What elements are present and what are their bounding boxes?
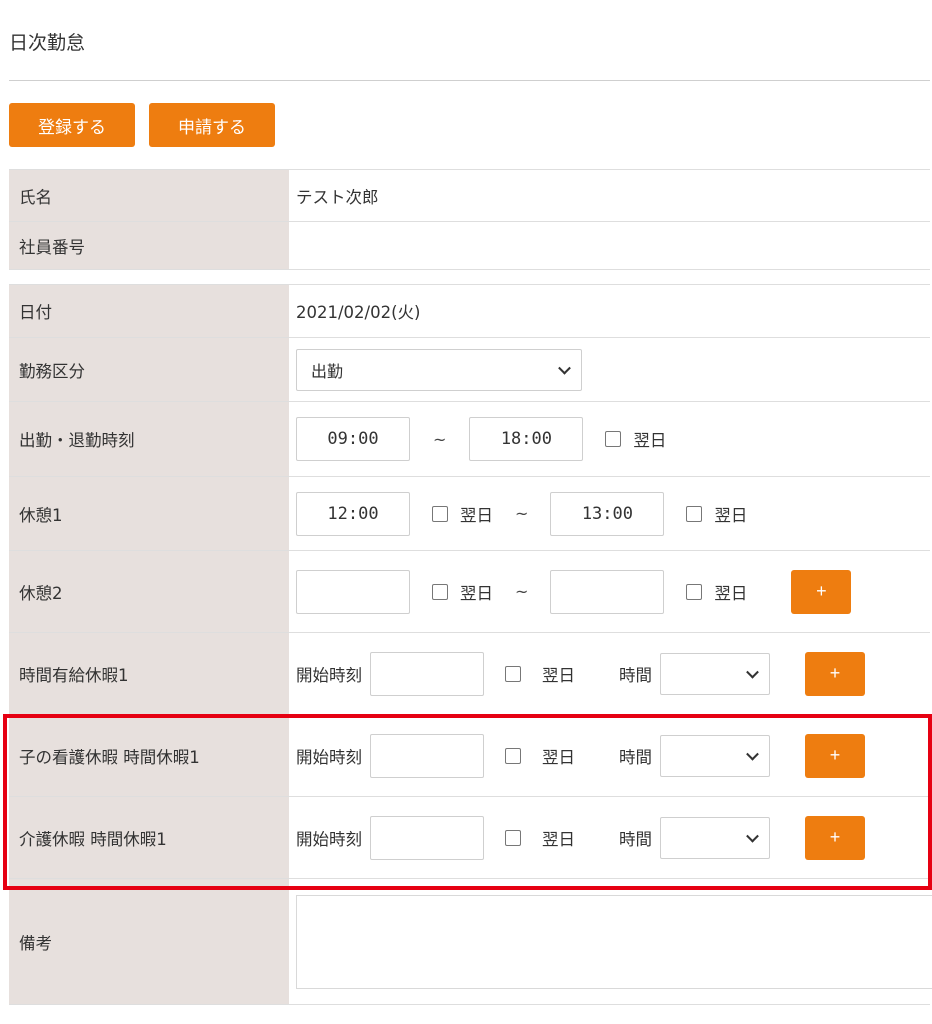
nursing-care-leave-row: 介護休暇 時間休暇1 開始時刻 翌日 時間 + [9, 796, 930, 879]
page-title: 日次勤怠 [9, 32, 86, 54]
break1-start-input[interactable] [296, 491, 410, 536]
start-time-label: 開始時刻 [296, 747, 362, 767]
add-child-care-button[interactable]: + [805, 733, 865, 778]
date-label: 日付 [9, 284, 289, 338]
add-nursing-care-button[interactable]: + [805, 815, 865, 860]
break1-end-next-day-checkbox[interactable] [686, 505, 703, 522]
break1-start-next-day-checkbox[interactable] [432, 505, 448, 522]
start-time-label: 開始時刻 [296, 665, 362, 685]
break2-end-input[interactable] [550, 569, 665, 614]
name-label: 氏名 [9, 169, 289, 222]
nursing-care-leave-label: 介護休暇 時間休暇1 [9, 796, 289, 879]
date-row: 日付 2021/02/02(火) [9, 284, 930, 338]
chevron-down-icon [746, 665, 759, 679]
break2-end-next-day-checkbox[interactable] [686, 583, 703, 600]
remarks-label: 備考 [9, 878, 289, 1005]
next-day-label: 翌日 [714, 583, 748, 603]
apply-button[interactable]: 申請する [149, 103, 275, 147]
remarks-row: 備考 [9, 878, 932, 1005]
child-care-leave-row: 子の看護休暇 時間休暇1 開始時刻 翌日 時間 + [9, 714, 930, 797]
employee-number-label: 社員番号 [9, 221, 289, 270]
next-day-label: 翌日 [714, 505, 748, 525]
break2-start-next-day-checkbox[interactable] [432, 583, 448, 600]
child-care-hours-select[interactable] [660, 734, 770, 777]
hours-label: 時間 [619, 665, 652, 685]
paid-leave-row: 時間有給休暇1 開始時刻 翌日 時間 + [9, 632, 930, 715]
break1-end-input[interactable] [550, 491, 665, 536]
break2-start-input[interactable] [296, 569, 410, 614]
next-day-label: 翌日 [460, 505, 493, 525]
nursing-care-start-input[interactable] [370, 815, 484, 860]
employee-info-table: 氏名 テスト次郎 社員番号 [9, 169, 930, 270]
paid-leave-next-day-checkbox[interactable] [505, 665, 521, 682]
register-button[interactable]: 登録する [9, 103, 135, 147]
work-time-label: 出勤・退勤時刻 [9, 401, 289, 477]
work-type-row: 勤務区分 出勤 [9, 337, 930, 402]
child-care-start-input[interactable] [370, 733, 484, 778]
next-day-label: 翌日 [460, 583, 493, 603]
next-day-label: 翌日 [542, 829, 575, 849]
add-break-button[interactable]: + [791, 569, 852, 614]
work-type-select[interactable]: 出勤 [296, 348, 582, 391]
next-day-label: 翌日 [542, 665, 575, 685]
add-paid-leave-button[interactable]: + [805, 651, 865, 696]
employee-number-row: 社員番号 [9, 221, 930, 270]
start-time-input[interactable] [296, 417, 410, 461]
employee-number-value [289, 221, 930, 270]
end-next-day-checkbox[interactable] [605, 431, 622, 447]
start-time-label: 開始時刻 [296, 829, 362, 849]
tilde-separator: ~ [515, 582, 529, 601]
title-divider [9, 80, 930, 81]
break1-row: 休憩1 翌日 ~ 翌日 [9, 476, 930, 551]
next-day-label: 翌日 [542, 747, 575, 767]
hours-label: 時間 [619, 747, 652, 767]
work-type-label: 勤務区分 [9, 337, 289, 402]
child-care-next-day-checkbox[interactable] [505, 747, 521, 764]
chevron-down-icon [558, 361, 571, 375]
hours-label: 時間 [619, 829, 652, 849]
date-value: 2021/02/02(火) [289, 284, 930, 338]
remarks-textarea[interactable] [296, 894, 932, 989]
paid-leave-label: 時間有給休暇1 [9, 632, 289, 715]
attendance-table: 日付 2021/02/02(火) 勤務区分 出勤 出勤・退勤時刻 ~ 翌日 休憩… [9, 284, 932, 1005]
paid-leave-start-input[interactable] [370, 651, 484, 696]
break2-row: 休憩2 翌日 ~ 翌日 + [9, 550, 930, 633]
child-care-leave-label: 子の看護休暇 時間休暇1 [9, 714, 289, 797]
work-time-row: 出勤・退勤時刻 ~ 翌日 [9, 401, 930, 477]
break2-label: 休憩2 [9, 550, 289, 633]
next-day-label: 翌日 [633, 431, 667, 450]
tilde-separator: ~ [515, 504, 529, 523]
chevron-down-icon [746, 829, 759, 843]
break1-label: 休憩1 [9, 476, 289, 551]
name-value: テスト次郎 [289, 169, 930, 222]
end-time-input[interactable] [469, 417, 584, 461]
work-type-selected: 出勤 [311, 361, 344, 381]
nursing-care-hours-select[interactable] [660, 816, 770, 859]
nursing-care-next-day-checkbox[interactable] [505, 829, 521, 846]
paid-leave-hours-select[interactable] [660, 652, 770, 695]
name-row: 氏名 テスト次郎 [9, 169, 930, 222]
tilde-separator: ~ [433, 429, 447, 449]
chevron-down-icon [746, 747, 759, 761]
